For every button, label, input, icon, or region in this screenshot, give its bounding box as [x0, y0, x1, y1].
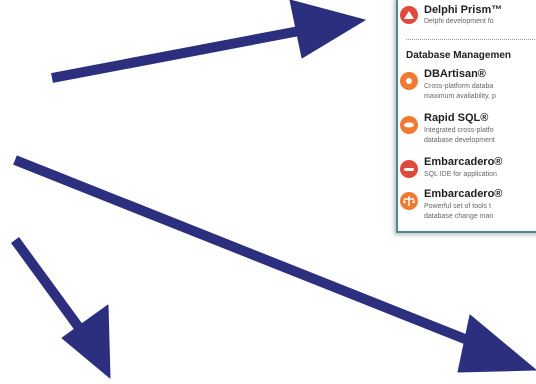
dbartisan-icon — [400, 72, 418, 90]
menu-item-title: Rapid SQL® — [424, 112, 489, 124]
arrow-head — [457, 314, 536, 373]
arrow-shaft — [51, 23, 316, 83]
menu-item-title: DBArtisan® — [424, 68, 486, 80]
menu-item-desc: Cross-platform databa — [424, 83, 494, 90]
menu-item-delphi-prism[interactable]: Delphi Prism™ Delphi development fo — [398, 0, 536, 30]
arrow-shaft — [10, 237, 93, 343]
menu-item-title: Embarcadero® — [424, 188, 503, 200]
menu-item-desc: maximum availability, p — [424, 93, 496, 100]
embarcadero-sql-icon — [400, 160, 418, 178]
menu-item-desc: Delphi development fo — [424, 18, 494, 25]
menu-item-dbartisan[interactable]: DBArtisan® Cross-platform databa maximum… — [398, 68, 536, 106]
menu-item-embarcadero-change[interactable]: Embarcadero® Powerful set of tools t dat… — [398, 188, 536, 226]
arrow-head — [61, 304, 111, 379]
menu-item-embarcadero-sql[interactable]: Embarcadero® SQL IDE for application — [398, 156, 536, 182]
rapid-sql-icon — [400, 116, 418, 134]
embarcadero-change-icon — [400, 192, 418, 210]
menu-divider — [406, 39, 536, 40]
delphi-prism-icon — [400, 6, 418, 24]
menu-item-desc: database development — [424, 137, 495, 144]
menu-item-title: Embarcadero® — [424, 156, 503, 168]
section-heading: Database Managemen — [406, 50, 512, 61]
product-menu-panel: Delphi Prism™ Delphi development fo Data… — [396, 0, 536, 233]
menu-item-desc: Integrated cross-platfo — [424, 127, 494, 134]
menu-item-desc: Powerful set of tools t — [424, 203, 491, 210]
arrow-head — [289, 0, 366, 59]
menu-item-title: Delphi Prism™ — [424, 4, 503, 16]
menu-item-desc: database change man — [424, 213, 494, 220]
menu-item-rapid-sql[interactable]: Rapid SQL® Integrated cross-platfo datab… — [398, 112, 536, 150]
menu-item-desc: SQL IDE for application — [424, 171, 497, 178]
